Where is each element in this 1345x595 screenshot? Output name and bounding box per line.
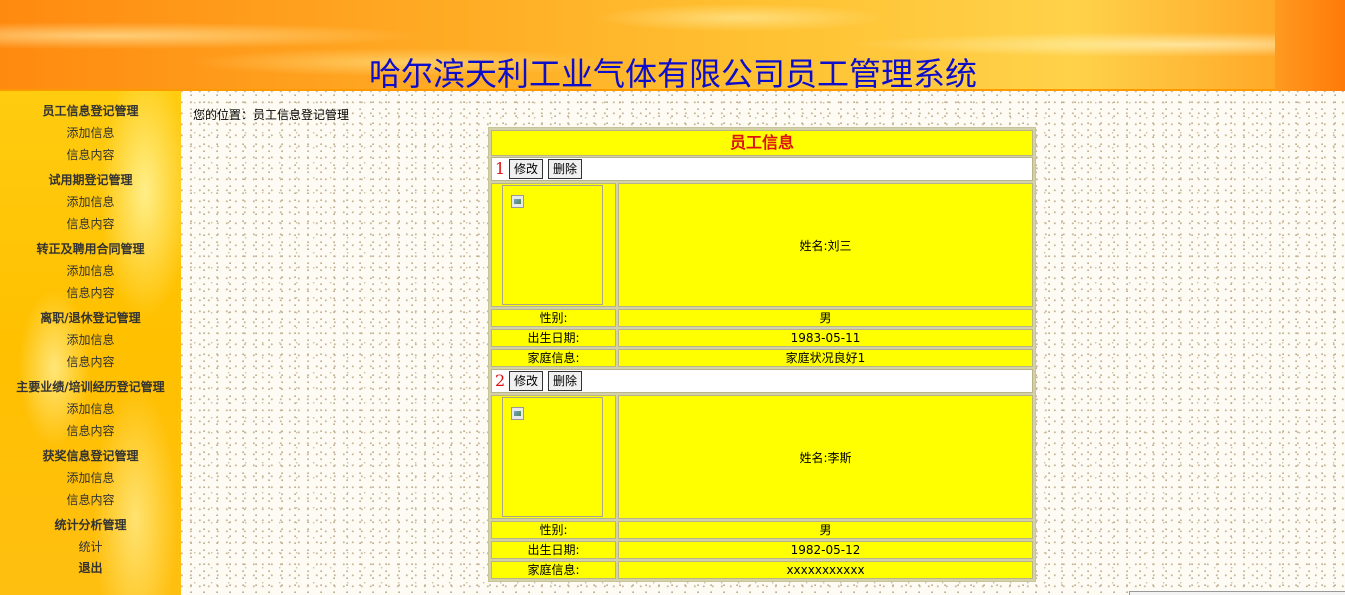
- broken-image-icon: [511, 195, 524, 208]
- menu-item-awards-list[interactable]: 信息内容: [0, 489, 181, 511]
- menu-group-resignation: 离职/退休登记管理 添加信息 信息内容: [0, 304, 181, 373]
- photo-cell: [491, 183, 616, 307]
- record-summary: 姓名:刘三: [490, 182, 1034, 308]
- record-number: 1: [495, 159, 506, 178]
- menu-item-resignation-add[interactable]: 添加信息: [0, 329, 181, 351]
- header-banner: 哈尔滨天利工业气体有限公司员工管理系统: [0, 0, 1345, 93]
- menu-item-awards-add[interactable]: 添加信息: [0, 467, 181, 489]
- menu-group-employee-info: 员工信息登记管理 添加信息 信息内容: [0, 91, 181, 166]
- menu-head-probation: 试用期登记管理: [48, 173, 133, 187]
- menu-group-awards: 获奖信息登记管理 添加信息 信息内容: [0, 442, 181, 511]
- gender-label: 性别:: [491, 309, 616, 327]
- delete-button[interactable]: 删除: [548, 371, 583, 391]
- table-row: 性别: 男: [490, 308, 1034, 328]
- menu-item-probation-add[interactable]: 添加信息: [0, 191, 181, 213]
- broken-image-icon: [511, 407, 524, 420]
- menu-head-employee-info: 员工信息登记管理: [42, 104, 139, 118]
- employee-name: 姓名:李斯: [618, 395, 1033, 519]
- photo-frame: [502, 185, 603, 305]
- record-toolbar: 2 修改 删除: [491, 369, 1033, 393]
- gender-value: 男: [618, 309, 1033, 327]
- menu-head-awards: 获奖信息登记管理: [42, 449, 139, 463]
- birth-label: 出生日期:: [491, 541, 616, 559]
- birth-value: 1983-05-11: [618, 329, 1033, 347]
- birth-label: 出生日期:: [491, 329, 616, 347]
- menu-item-contract-list[interactable]: 信息内容: [0, 282, 181, 304]
- sidebar-menu: 员工信息登记管理 添加信息 信息内容 试用期登记管理 添加信息 信息内容 转正及…: [0, 91, 181, 595]
- photo-cell: [491, 395, 616, 519]
- menu-item-performance-list[interactable]: 信息内容: [0, 420, 181, 442]
- family-label: 家庭信息:: [491, 349, 616, 367]
- logout-link[interactable]: 退出: [0, 558, 181, 579]
- menu-head-contract: 转正及聘用合同管理: [36, 242, 145, 256]
- photo-frame: [502, 397, 603, 517]
- menu-item-resignation-list[interactable]: 信息内容: [0, 351, 181, 373]
- menu-group-performance: 主要业绩/培训经历登记管理 添加信息 信息内容: [0, 373, 181, 442]
- table-row: 出生日期: 1983-05-11: [490, 328, 1034, 348]
- menu-item-employee-list[interactable]: 信息内容: [0, 144, 181, 166]
- table-row: 出生日期: 1982-05-12: [490, 540, 1034, 560]
- window-corner: [1129, 591, 1345, 595]
- gender-value: 男: [618, 521, 1033, 539]
- table-row: 家庭信息: 家庭状况良好1: [490, 348, 1034, 368]
- family-value: 家庭状况良好1: [618, 349, 1033, 367]
- table-row: 家庭信息: xxxxxxxxxxx: [490, 560, 1034, 580]
- family-label: 家庭信息:: [491, 561, 616, 579]
- menu-head-resignation: 离职/退休登记管理: [40, 311, 141, 325]
- menu-group-statistics: 统计分析管理 统计 退出: [0, 511, 181, 579]
- record-toolbar: 1 修改 删除: [491, 157, 1033, 181]
- menu-item-probation-list[interactable]: 信息内容: [0, 213, 181, 235]
- birth-value: 1982-05-12: [618, 541, 1033, 559]
- table-row: 性别: 男: [490, 520, 1034, 540]
- employee-name: 姓名:刘三: [618, 183, 1033, 307]
- menu-item-contract-add[interactable]: 添加信息: [0, 260, 181, 282]
- family-value: xxxxxxxxxxx: [618, 561, 1033, 579]
- gender-label: 性别:: [491, 521, 616, 539]
- menu-head-statistics: 统计分析管理: [54, 518, 127, 532]
- menu-item-statistics[interactable]: 统计: [0, 536, 181, 558]
- record-summary: 姓名:李斯: [490, 394, 1034, 520]
- banner-decoration: [1275, 0, 1345, 91]
- system-title: 哈尔滨天利工业气体有限公司员工管理系统: [369, 55, 978, 93]
- menu-group-contract: 转正及聘用合同管理 添加信息 信息内容: [0, 235, 181, 304]
- record-number: 2: [495, 371, 506, 390]
- menu-head-performance: 主要业绩/培训经历登记管理: [16, 380, 165, 394]
- edit-button[interactable]: 修改: [509, 371, 544, 391]
- edit-button[interactable]: 修改: [509, 159, 544, 179]
- delete-button[interactable]: 删除: [548, 159, 583, 179]
- menu-item-performance-add[interactable]: 添加信息: [0, 398, 181, 420]
- breadcrumb: 您的位置：员工信息登记管理: [193, 108, 350, 122]
- menu-group-probation: 试用期登记管理 添加信息 信息内容: [0, 166, 181, 235]
- panel-title: 员工信息: [491, 130, 1033, 156]
- menu-item-employee-add[interactable]: 添加信息: [0, 122, 181, 144]
- employee-info-panel: 员工信息 1 修改 删除 姓名:刘三 性别: 男 出生日期: 1983-05-1…: [488, 127, 1036, 582]
